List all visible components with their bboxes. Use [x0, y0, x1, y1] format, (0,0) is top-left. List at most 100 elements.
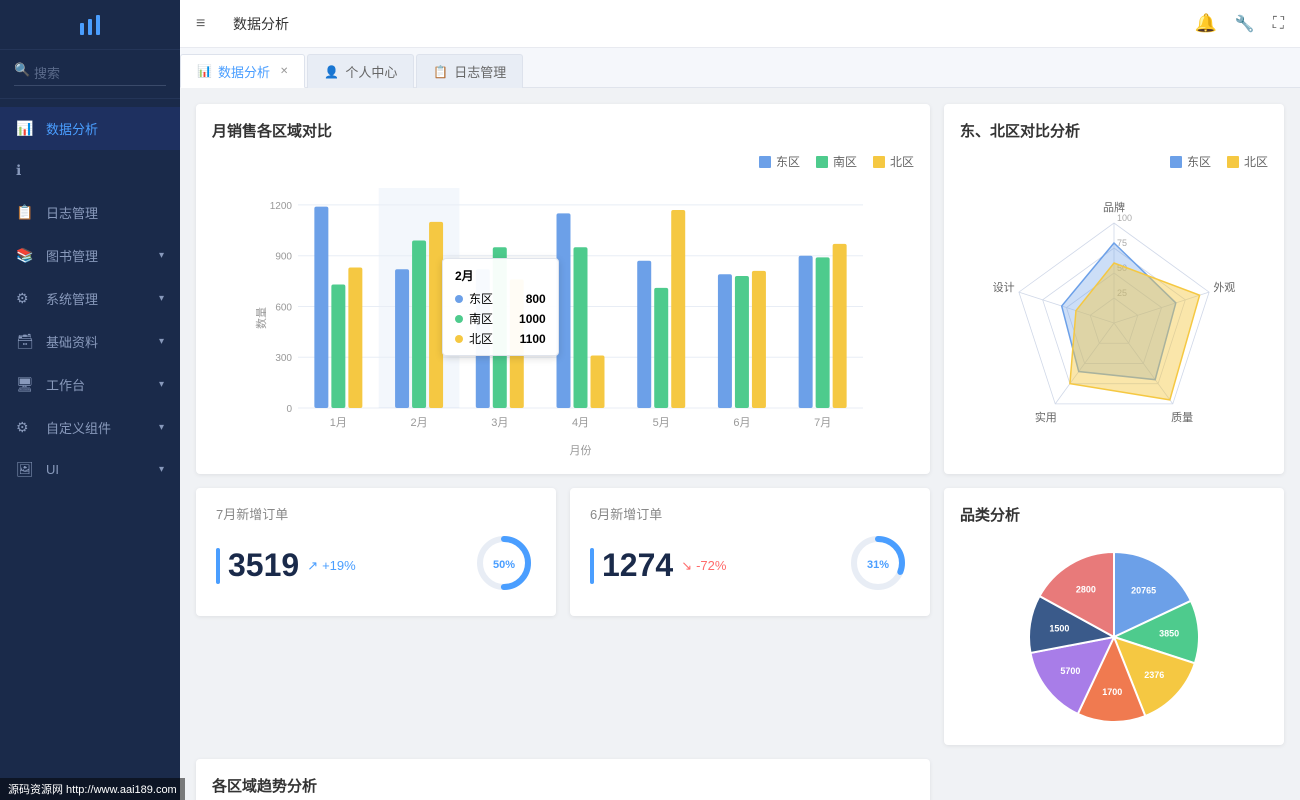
stat-july-donut: 50%	[472, 531, 536, 600]
svg-text:2376: 2376	[1144, 670, 1164, 680]
svg-text:1200: 1200	[270, 201, 293, 212]
tab-personal-label: 个人中心	[345, 62, 397, 81]
sidebar-logo	[0, 0, 180, 50]
sidebar-item-workspace[interactable]: 🖥 工作台 ▾	[0, 363, 180, 406]
radar-container: 品牌外观质量实用设计100755025	[960, 178, 1268, 458]
radar-legend-east: 东区	[1170, 153, 1211, 170]
svg-text:600: 600	[275, 302, 292, 313]
tab-personal-icon: 👤	[324, 65, 339, 79]
svg-text:2800: 2800	[1076, 584, 1096, 594]
tab-log-icon: 📋	[433, 65, 448, 79]
legend-north: 北区	[873, 153, 914, 170]
svg-text:4月: 4月	[572, 417, 589, 429]
svg-text:0: 0	[286, 404, 292, 415]
radar-north-dot	[1227, 156, 1239, 168]
tab-log-mgmt[interactable]: 📋 日志管理	[416, 54, 523, 88]
chevron-down-icon-4: ▾	[159, 379, 164, 390]
bar-chart-svg: 030060090012001月2月3月4月5月6月7月数量月份	[212, 178, 914, 458]
legend-east-label: 东区	[776, 153, 800, 170]
pie-chart-card: 品类分析 20765385023761700570015002800	[944, 488, 1284, 745]
trend-up-arrow: ↗	[307, 558, 318, 574]
sidebar-search-container: 🔍	[0, 50, 180, 99]
legend-south: 南区	[816, 153, 857, 170]
row-1: 月销售各区域对比 东区 南区 北区 0 300	[196, 104, 1284, 474]
radar-chart-legend: 东区 北区	[960, 153, 1268, 170]
sidebar-item-log-label: 日志管理	[46, 203, 164, 222]
bar-chart-container: 030060090012001月2月3月4月5月6月7月数量月份 2月 东区80…	[212, 178, 914, 458]
tab-personal[interactable]: 👤 个人中心	[307, 54, 414, 88]
main-area: ≡ 数据分析 🔔 🔧 ⛶ 📊 数据分析 ✕ 👤 个人中心 📋 日志管理	[180, 0, 1300, 800]
svg-text:3月: 3月	[491, 417, 508, 429]
stat-july-bar	[216, 548, 220, 584]
sidebar-menu: 📊 数据分析 ℹ 📋 日志管理 📚 图书管理 ▾ ⚙ 系统管理 ▾ 🗃 基础资料…	[0, 99, 180, 800]
stat-june-number: 1274	[602, 547, 673, 584]
tab-data-label: 数据分析	[218, 62, 270, 81]
data-analysis-icon: 📊	[16, 120, 36, 137]
stat-june-trend: ↘ -72%	[681, 558, 726, 574]
book-icon: 📚	[16, 247, 36, 264]
stat-june-bar	[590, 548, 594, 584]
stat-july-value-row: 3519 ↗ +19% 50%	[216, 531, 536, 600]
fullscreen-icon[interactable]: ⛶	[1273, 15, 1284, 33]
search-input[interactable]	[14, 62, 166, 86]
svg-text:5700: 5700	[1060, 666, 1080, 676]
ui-icon: 🖼	[16, 461, 36, 478]
bar-chart-card: 月销售各区域对比 东区 南区 北区 0 300	[196, 104, 930, 474]
pie-svg: 20765385023761700570015002800	[1014, 537, 1214, 737]
sidebar-item-basic-data[interactable]: 🗃 基础资料 ▾	[0, 320, 180, 363]
svg-text:1月: 1月	[330, 417, 347, 429]
bell-icon[interactable]: 🔔	[1194, 13, 1216, 34]
info-icon: ℹ	[16, 162, 36, 179]
tab-close-btn[interactable]: ✕	[280, 66, 288, 77]
sidebar-item-ui-label: UI	[46, 462, 159, 477]
topbar-left: ≡ 数据分析	[196, 14, 289, 34]
row-3: 各区域趋势分析 东区 南区 北区 01502	[196, 759, 1284, 800]
pie-container: 20765385023761700570015002800	[960, 537, 1268, 737]
svg-text:50%: 50%	[493, 559, 515, 571]
svg-text:质量: 质量	[1171, 411, 1193, 424]
trend-down-arrow: ↘	[681, 558, 692, 574]
svg-text:品牌: 品牌	[1103, 200, 1125, 214]
row-2: 7月新增订单 3519 ↗ +19%	[196, 488, 1284, 745]
chevron-down-icon-6: ▾	[159, 464, 164, 475]
chevron-down-icon-5: ▾	[159, 422, 164, 433]
trend-down-value: -72%	[696, 558, 726, 573]
stat-june-donut: 31%	[846, 531, 910, 600]
stat-row: 7月新增订单 3519 ↗ +19%	[196, 488, 930, 616]
svg-text:1700: 1700	[1102, 687, 1122, 697]
sidebar-item-log-mgmt[interactable]: 📋 日志管理	[0, 191, 180, 234]
sidebar: 🔍 📊 数据分析 ℹ 📋 日志管理 📚 图书管理 ▾ ⚙ 系统管理 ▾ 🗃 基础…	[0, 0, 180, 800]
svg-text:实用: 实用	[1035, 410, 1057, 424]
custom-icon: ⚙	[16, 419, 36, 436]
tab-data-analysis[interactable]: 📊 数据分析 ✕	[180, 54, 305, 88]
tabs-bar: 📊 数据分析 ✕ 👤 个人中心 📋 日志管理	[180, 48, 1300, 88]
sidebar-item-data-analysis[interactable]: 📊 数据分析	[0, 107, 180, 150]
svg-text:5月: 5月	[653, 417, 670, 429]
stat-june-value-row: 1274 ↘ -72% 31%	[590, 531, 910, 600]
trend-up-value: +19%	[322, 558, 356, 573]
topbar-title: 数据分析	[233, 14, 289, 34]
bar-chart-title: 月销售各区域对比	[212, 120, 914, 141]
tab-log-label: 日志管理	[454, 62, 506, 81]
svg-text:300: 300	[275, 353, 292, 364]
trend-chart-card: 各区域趋势分析 东区 南区 北区 01502	[196, 759, 930, 800]
sidebar-item-sys-mgmt[interactable]: ⚙ 系统管理 ▾	[0, 277, 180, 320]
stat-june-label: 6月新增订单	[590, 504, 910, 523]
svg-text:数量: 数量	[255, 307, 268, 329]
radar-north-label: 北区	[1244, 153, 1268, 170]
sidebar-item-custom-label: 自定义组件	[46, 418, 159, 437]
radar-east-dot	[1170, 156, 1182, 168]
stat-cards-col: 7月新增订单 3519 ↗ +19%	[196, 488, 930, 745]
sidebar-item-custom-comp[interactable]: ⚙ 自定义组件 ▾	[0, 406, 180, 449]
radar-east-label: 东区	[1187, 153, 1211, 170]
menu-icon[interactable]: ≡	[196, 15, 205, 33]
legend-north-dot	[873, 156, 885, 168]
sidebar-item-info[interactable]: ℹ	[0, 150, 180, 191]
chevron-down-icon: ▾	[159, 250, 164, 261]
sidebar-item-ui[interactable]: 🖼 UI ▾	[0, 449, 180, 490]
svg-text:7月: 7月	[814, 417, 831, 429]
donut-svg-july: 50%	[472, 531, 536, 595]
svg-text:1500: 1500	[1049, 623, 1069, 633]
tool-icon[interactable]: 🔧	[1235, 14, 1255, 34]
sidebar-item-book-mgmt[interactable]: 📚 图书管理 ▾	[0, 234, 180, 277]
